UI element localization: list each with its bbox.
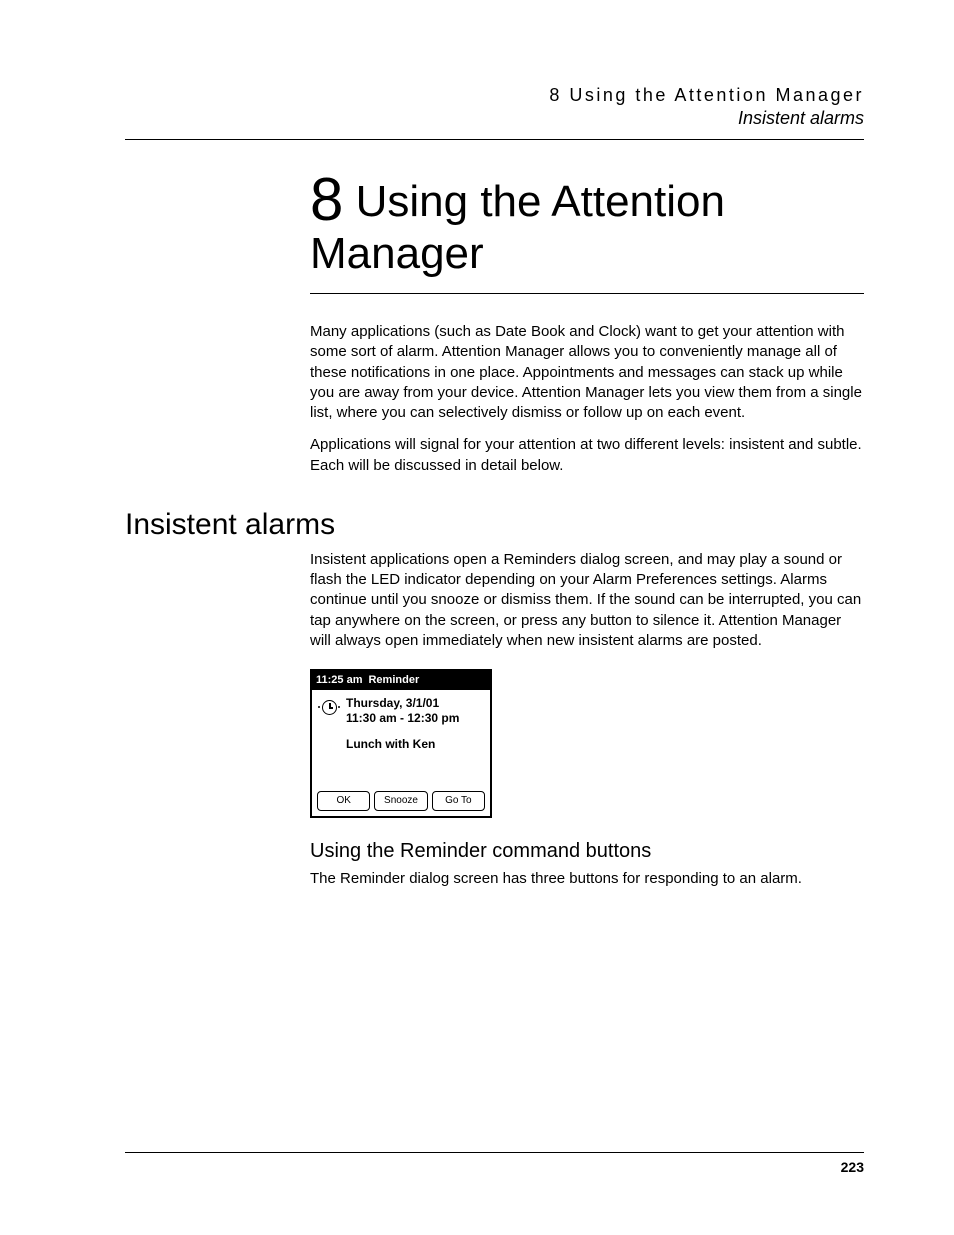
dialog-date: Thursday, 3/1/01 — [346, 696, 459, 711]
running-header-line1: 8 Using the Attention Manager — [125, 85, 864, 106]
running-header: 8 Using the Attention Manager Insistent … — [125, 85, 864, 129]
header-rule — [125, 139, 864, 140]
dialog-subject: Lunch with Ken — [346, 736, 484, 752]
dialog-content: Thursday, 3/1/01 11:30 am - 12:30 pm Lun… — [312, 690, 490, 786]
dialog-range: 11:30 am - 12:30 pm — [346, 711, 459, 726]
page-footer: 223 — [125, 1152, 864, 1175]
subsection-heading: Using the Reminder command buttons — [310, 838, 864, 865]
reminder-dialog: 11:25 am Reminder Thursday, 3/1/01 11:30… — [310, 669, 492, 817]
goto-button[interactable]: Go To — [432, 791, 485, 811]
dialog-datetime: Thursday, 3/1/01 11:30 am - 12:30 pm — [346, 696, 459, 726]
page-number: 223 — [125, 1159, 864, 1175]
dialog-titlebar: 11:25 am Reminder — [312, 671, 490, 690]
intro-paragraph-1: Many applications (such as Date Book and… — [310, 322, 864, 423]
footer-rule — [125, 1152, 864, 1153]
page: 8 Using the Attention Manager Insistent … — [0, 0, 954, 1235]
dialog-button-row: OK Snooze Go To — [312, 786, 490, 816]
section-heading-insistent-alarms: Insistent alarms — [125, 508, 864, 542]
chapter-title: 8 Using the Attention Manager — [310, 168, 864, 294]
alarm-clock-icon — [318, 696, 340, 718]
running-header-line2: Insistent alarms — [125, 108, 864, 129]
intro-block: Many applications (such as Date Book and… — [310, 322, 864, 476]
chapter-title-line1: Using the Attention — [343, 177, 725, 226]
section-paragraph-1: Insistent applications open a Reminders … — [310, 550, 864, 651]
ok-button[interactable]: OK — [317, 791, 370, 811]
subsection-paragraph-1: The Reminder dialog screen has three but… — [310, 869, 864, 889]
intro-paragraph-2: Applications will signal for your attent… — [310, 435, 864, 476]
dialog-time: 11:25 am — [316, 673, 362, 688]
chapter-title-line2: Manager — [310, 229, 484, 278]
dialog-title: Reminder — [368, 673, 419, 688]
snooze-button[interactable]: Snooze — [374, 791, 427, 811]
chapter-number: 8 — [310, 166, 343, 233]
section-body: Insistent applications open a Reminders … — [310, 550, 864, 889]
